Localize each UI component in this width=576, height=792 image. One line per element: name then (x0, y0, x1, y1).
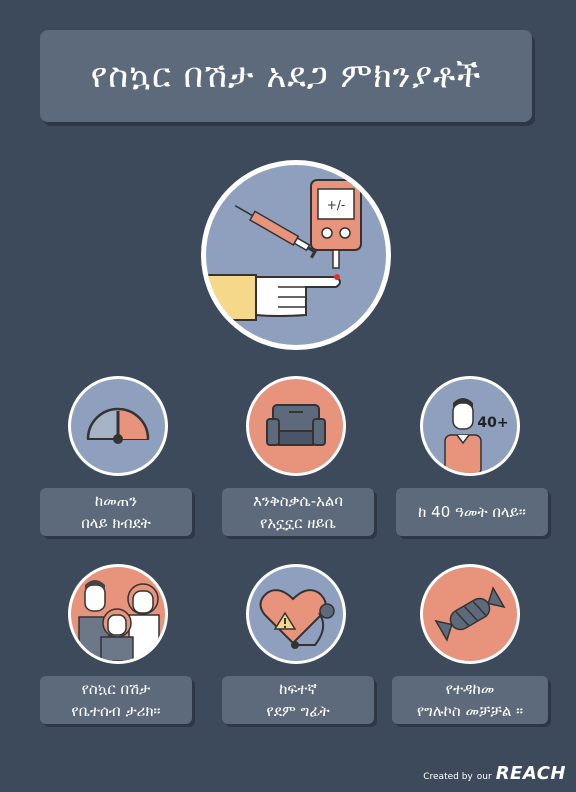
factor-line: ከፍተኛ (279, 680, 317, 698)
factor-line: በላይ ክብደት (81, 514, 151, 532)
factor-line: ከ 40 ዓመት በላይ። (418, 503, 526, 521)
blood-pressure-circle (246, 564, 346, 664)
factor-line: የስኳር በሽታ (81, 680, 151, 698)
page-title: የስኳር በሽታ አደጋ ምክንያቶች (90, 56, 482, 96)
factor-label-sedentary: እንቅስቃሴ-አልባ የአኗኗር ዘይቤ (222, 488, 374, 536)
glucose-circle (420, 564, 520, 664)
factor-line: እንቅስቃሴ-አልባ (252, 492, 344, 510)
factor-label-overweight: ከመጠን በላይ ክብደት (40, 488, 192, 536)
factor-label-blood-pressure: ከፍተኛ የደም ግፊት (222, 676, 374, 724)
glucose-test-illustration: +/- (201, 160, 391, 350)
credit-prefix: Created by (423, 772, 473, 782)
factor-line: የአኗኗር ዘይቤ (260, 514, 336, 532)
title-banner: የስኳር በሽታ አደጋ ምክንያቶች (40, 30, 532, 122)
meter-display-text: +/- (327, 198, 345, 212)
age-circle: 40+ (420, 376, 520, 476)
syringe-icon (234, 205, 320, 259)
heart-warning-icon (259, 589, 335, 649)
candy-icon (434, 586, 506, 642)
factor-line: የቤተሰብ ታሪክ። (71, 702, 161, 720)
gauge-icon (86, 407, 150, 444)
credit-footer: Created by our REACH (423, 763, 566, 784)
armchair-icon (266, 404, 326, 446)
factor-line: ከመጠን (94, 492, 138, 510)
age-badge-text: 40+ (477, 415, 508, 431)
factor-label-family-history: የስኳር በሽታ የቤተሰብ ታሪክ። (40, 676, 192, 724)
factor-line: የተዳከመ (445, 680, 495, 698)
credit-small: our (476, 772, 492, 782)
family-icon (78, 580, 160, 661)
factor-label-glucose-tolerance: የተዳከመ የግሉኮስ መቻቻል ። (392, 676, 548, 724)
glucose-meter-icon: +/- (310, 179, 362, 269)
brand-logo: REACH (495, 763, 566, 784)
family-circle (68, 564, 168, 664)
sofa-circle (246, 376, 346, 476)
factor-label-age: ከ 40 ዓመት በላይ። (396, 488, 548, 536)
weight-gauge-circle (68, 376, 168, 476)
factor-line: የደም ግፊት (266, 702, 330, 720)
person-icon: 40+ (444, 398, 509, 473)
hand-icon (206, 274, 341, 321)
factor-line: የግሉኮስ መቻቻል ። (416, 702, 524, 720)
